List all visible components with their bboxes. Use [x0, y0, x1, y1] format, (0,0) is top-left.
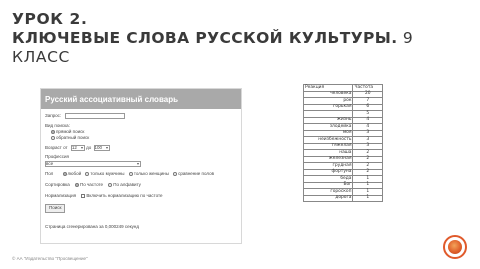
profession-row: все — [45, 161, 141, 167]
title-line-2: КЛЮЧЕВЫЕ СЛОВА РУССКОЙ КУЛЬТУРЫ. 9 — [12, 29, 468, 48]
age-label: Возраст от — [45, 145, 68, 151]
reactions-table: Реакция Частота человека 20 рок 7 горькая 6 5 ж… — [302, 84, 383, 202]
age-from-value: 12 — [71, 145, 77, 150]
panel-header: Русский ассоциативный словарь — [41, 89, 241, 109]
age-row: Возраст от 12 до 100 — [45, 145, 110, 151]
search-submit-button[interactable]: Поиск — [45, 204, 66, 213]
gender-men-label: только мужчины — [90, 171, 125, 177]
search-direct-radio[interactable] — [51, 130, 55, 134]
slide-title: УРОК 2. КЛЮЧЕВЫЕ СЛОВА РУССКОЙ КУЛЬТУРЫ.… — [12, 10, 468, 67]
table-row: дорога 1 — [302, 194, 383, 202]
generated-time-text: Страница сгенерирована за 0,000249 секун… — [45, 224, 139, 229]
reactions-table-body: человека 20 рок 7 горькая 6 5 жизнь 4 злодейка 4 мо… — [302, 90, 383, 202]
gender-any-label: любой — [67, 171, 82, 177]
gender-compare-label: сравнение полов — [178, 171, 214, 177]
age-to-label: до — [86, 145, 92, 151]
search-direct-label: прямой поиск — [56, 129, 85, 135]
sort-alpha-label: По алфавиту — [113, 182, 141, 188]
query-row: Запрос: — [45, 113, 126, 119]
title-line-2-bold: КЛЮЧЕВЫЕ СЛОВА РУССКОЙ КУЛЬТУРЫ. — [12, 28, 398, 47]
age-to-select[interactable]: 100 — [93, 145, 110, 151]
sort-label: Сортировка — [45, 182, 70, 188]
publisher-logo-icon — [443, 235, 467, 259]
gender-women-label: только женщины — [133, 171, 169, 177]
search-direct-option[interactable]: прямой поиск — [51, 129, 85, 135]
gender-compare-radio[interactable] — [173, 172, 178, 176]
copyright-footer: © АА "Издательство "Просвещение" — [12, 256, 88, 261]
search-reverse-option[interactable]: обратный поиск — [51, 135, 90, 141]
search-reverse-radio[interactable] — [51, 136, 55, 140]
sort-alpha-radio[interactable] — [108, 183, 113, 187]
title-line-3: КЛАСС — [12, 47, 70, 66]
query-label: Запрос: — [45, 113, 62, 119]
gender-men-radio[interactable] — [85, 172, 90, 176]
gender-label: Пол — [45, 171, 54, 177]
title-line-1: УРОК 2. — [12, 10, 88, 28]
frequency-cell: 1 — [352, 194, 383, 202]
dictionary-search-panel: Русский ассоциативный словарь Запрос: Ви… — [40, 88, 242, 244]
normalization-row: Нормализация Включить нормализацию по ча… — [45, 193, 163, 199]
profession-select[interactable]: все — [45, 161, 141, 167]
profession-label: Профессия — [45, 154, 69, 159]
title-line-2-rest: 9 — [397, 28, 414, 47]
sort-row: Сортировка По частоте По алфавиту — [45, 182, 141, 188]
gender-row: Пол любой только мужчины только женщины … — [45, 171, 214, 177]
gender-women-radio[interactable] — [128, 172, 133, 176]
age-to-value: 100 — [94, 145, 103, 150]
submit-row: Поиск — [45, 204, 66, 213]
sort-freq-label: По частоте — [79, 182, 103, 188]
profession-value: все — [46, 161, 54, 166]
sort-freq-radio[interactable] — [74, 183, 79, 187]
reaction-cell: дорога — [302, 194, 354, 202]
search-type-label: Вид поиска: — [45, 123, 70, 128]
normalization-label: Нормализация — [45, 193, 77, 199]
gender-any-radio[interactable] — [62, 172, 67, 176]
normalization-checkbox[interactable] — [81, 194, 86, 198]
age-from-select[interactable]: 12 — [70, 145, 85, 151]
query-input[interactable] — [65, 113, 126, 119]
search-reverse-label: обратный поиск — [56, 135, 90, 141]
normalization-option-label: Включить нормализацию по частоте — [86, 193, 163, 199]
